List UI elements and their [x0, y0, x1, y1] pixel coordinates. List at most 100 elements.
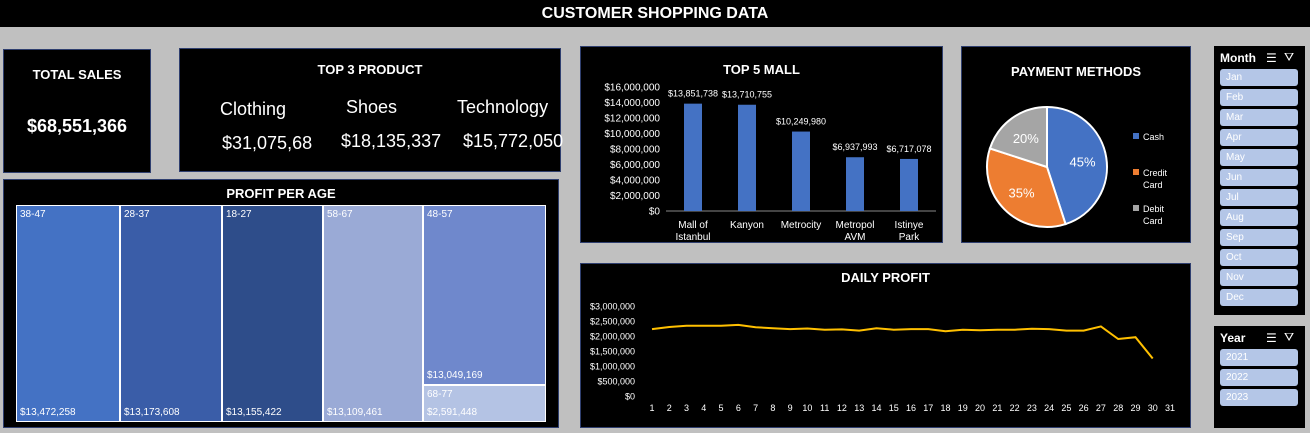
y-tick-label: $4,000,000 — [610, 176, 660, 187]
treemap-value: $2,591,448 — [427, 407, 478, 418]
x-tick-label: Metropol — [836, 220, 875, 231]
treemap-cell-18-27[interactable]: 18-27 $13,155,422 — [222, 205, 323, 422]
x-tick-label: 17 — [923, 403, 933, 413]
pie-data-label: 35% — [1009, 185, 1035, 200]
profit-per-age-card: PROFIT PER AGE 38-47 $13,472,258 28-37 $… — [3, 179, 559, 428]
month-slicer-item-nov[interactable]: Nov — [1220, 269, 1298, 286]
treemap-label: 18-27 — [226, 209, 252, 220]
clear-filter-icon[interactable]: ⛛ — [1284, 50, 1294, 65]
month-slicer-list: Jan Feb Mar Apr May Jun Jul Aug Sep Oct Nov Dec — [1220, 69, 1298, 309]
month-slicer-item-may[interactable]: May — [1220, 149, 1298, 166]
x-tick-label: 25 — [1061, 403, 1071, 413]
month-slicer-item-aug[interactable]: Aug — [1220, 209, 1298, 226]
bar-data-label: $6,717,078 — [886, 144, 931, 154]
x-tick-label: 11 — [820, 403, 829, 413]
x-tick-label: 30 — [1148, 403, 1158, 413]
x-tick-label: 21 — [992, 403, 1002, 413]
y-tick-label: $16,000,000 — [604, 83, 660, 94]
treemap-value: $13,173,608 — [124, 407, 180, 418]
daily-profit-card: DAILY PROFIT $0 $500,000 $1,000,000 $1,500,… — [580, 263, 1191, 428]
product-name-technology: Technology — [457, 97, 549, 117]
x-tick-label: 31 — [1165, 403, 1175, 413]
product-value-clothing: $31,075,68 — [222, 133, 313, 153]
y-tick-label: $2,000,000 — [590, 332, 635, 342]
product-name-clothing: Clothing — [220, 99, 287, 119]
treemap-cell-58-67[interactable]: 58-67 $13,109,461 — [323, 205, 423, 422]
bar — [792, 131, 810, 211]
x-tick-label: 24 — [1044, 403, 1054, 413]
treemap-label: 28-37 — [124, 209, 150, 220]
bar — [900, 158, 918, 211]
legend-swatch — [1133, 205, 1139, 211]
product-value-shoes: $18,135,337 — [341, 131, 442, 151]
x-tick-label: 8 — [770, 403, 775, 413]
bar — [846, 157, 864, 211]
x-tick-label: 28 — [1113, 403, 1123, 413]
month-slicer-header: Month — [1220, 51, 1256, 65]
year-slicer-item-2021[interactable]: 2021 — [1220, 349, 1298, 366]
dashboard-title: CUSTOMER SHOPPING DATA — [0, 0, 1310, 27]
month-slicer-item-jun[interactable]: Jun — [1220, 169, 1298, 186]
bar-data-label: $13,851,738 — [668, 89, 718, 99]
clear-filter-icon[interactable]: ⛛ — [1284, 330, 1294, 345]
pie-data-label: 20% — [1013, 131, 1039, 146]
y-tick-label: $3,000,000 — [590, 302, 635, 312]
bar-data-label: $6,937,993 — [832, 142, 877, 152]
treemap-label: 48-57 — [427, 209, 453, 220]
profit-per-age-title: PROFIT PER AGE — [226, 186, 336, 201]
top5-mall-card: TOP 5 MALL $0 $2,000,000 $4,000,000 $6,000,… — [580, 46, 943, 243]
x-tick-label: 19 — [958, 403, 968, 413]
multi-select-icon[interactable]: ☰ — [1266, 331, 1277, 345]
year-slicer-list: 2021 2022 2023 — [1220, 349, 1298, 409]
total-sales-title: TOTAL SALES — [32, 67, 122, 82]
x-tick-label: 13 — [854, 403, 864, 413]
treemap: 38-47 $13,472,258 28-37 $13,173,608 18-2… — [16, 205, 546, 422]
month-slicer-item-oct[interactable]: Oct — [1220, 249, 1298, 266]
y-tick-label: $2,000,000 — [610, 191, 660, 202]
top5-mall-chart: $0 $2,000,000 $4,000,000 $6,000,000 $8,000,0… — [604, 83, 936, 242]
daily-profit-chart: $0 $500,000 $1,000,000 $1,500,000 $2,000,000… — [590, 302, 1175, 414]
month-slicer-item-feb[interactable]: Feb — [1220, 89, 1298, 106]
y-tick-label: $0 — [649, 207, 661, 218]
legend-swatch — [1133, 133, 1139, 139]
multi-select-icon[interactable]: ☰ — [1266, 51, 1277, 65]
month-slicer-item-jan[interactable]: Jan — [1220, 69, 1298, 86]
treemap-cell-68-77[interactable]: 68-77 $2,591,448 — [423, 385, 546, 422]
x-tick-label: 2 — [667, 403, 672, 413]
x-tick-label: 9 — [788, 403, 793, 413]
bar-data-label: $10,249,980 — [776, 117, 826, 127]
legend-label: Card — [1143, 180, 1163, 190]
y-tick-label: $0 — [625, 392, 635, 402]
x-tick-label: 27 — [1096, 403, 1106, 413]
year-slicer-item-2022[interactable]: 2022 — [1220, 369, 1298, 386]
month-slicer-item-sep[interactable]: Sep — [1220, 229, 1298, 246]
treemap-cell-48-57[interactable]: 48-57 $13,049,169 — [423, 205, 546, 385]
x-tick-label: AVM — [845, 232, 866, 242]
x-tick-label: 20 — [975, 403, 985, 413]
x-tick-label: 29 — [1130, 403, 1140, 413]
series-line — [651, 323, 1154, 360]
x-tick-label: Istanbul — [675, 232, 710, 242]
x-tick-label: Metrocity — [781, 220, 822, 231]
x-tick-label: Kanyon — [730, 220, 764, 231]
pie-data-label: 45% — [1070, 154, 1096, 169]
x-tick-label: 26 — [1079, 403, 1089, 413]
month-slicer-item-apr[interactable]: Apr — [1220, 129, 1298, 146]
y-tick-label: $2,500,000 — [590, 317, 635, 327]
month-slicer-item-dec[interactable]: Dec — [1220, 289, 1298, 306]
x-tick-label: 1 — [649, 403, 654, 413]
legend-label: Credit — [1143, 168, 1168, 178]
treemap-cell-28-37[interactable]: 28-37 $13,173,608 — [120, 205, 222, 422]
x-tick-label: Mall of — [678, 220, 708, 231]
top-products-title: TOP 3 PRODUCT — [317, 62, 423, 77]
daily-profit-title: DAILY PROFIT — [841, 270, 930, 285]
x-tick-label: 6 — [736, 403, 741, 413]
treemap-cell-38-47[interactable]: 38-47 $13,472,258 — [16, 205, 120, 422]
y-tick-label: $1,000,000 — [590, 362, 635, 372]
month-slicer-item-jul[interactable]: Jul — [1220, 189, 1298, 206]
year-slicer-item-2023[interactable]: 2023 — [1220, 389, 1298, 406]
bar — [684, 103, 702, 211]
y-tick-label: $500,000 — [597, 377, 635, 387]
month-slicer-item-mar[interactable]: Mar — [1220, 109, 1298, 126]
top-products-card: TOP 3 PRODUCT Clothing Shoes Technology … — [179, 48, 563, 172]
